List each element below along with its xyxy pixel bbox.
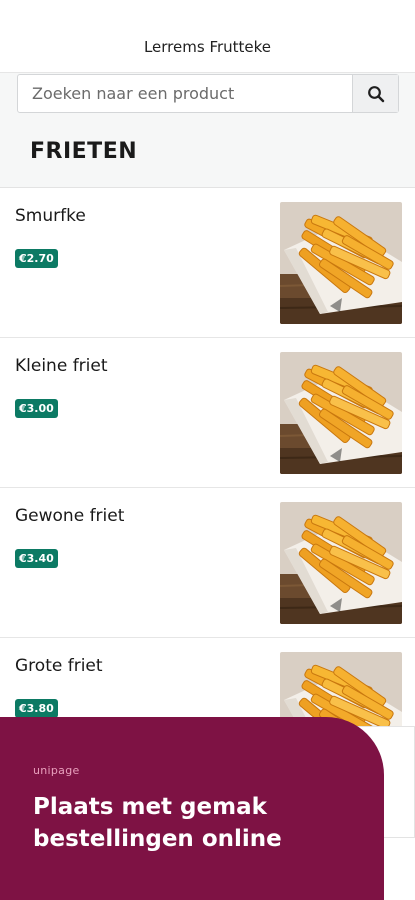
product-item-kleine-friet[interactable]: Kleine friet €3.00 (0, 338, 415, 488)
product-image (280, 352, 402, 474)
product-name: Smurfke (15, 206, 86, 226)
price-badge: €3.00 (15, 399, 58, 418)
search-icon (367, 85, 384, 102)
app-header: Lerrems Frutteke (0, 0, 415, 73)
search-input[interactable] (18, 75, 354, 112)
search-section: FRIETEN (0, 73, 415, 188)
price-badge: €2.70 (15, 249, 58, 268)
product-item-smurfke[interactable]: Smurfke €2.70 (0, 188, 415, 338)
category-title: FRIETEN (30, 139, 138, 164)
product-name: Kleine friet (15, 356, 108, 376)
store-title: Lerrems Frutteke (143, 38, 272, 56)
product-image (280, 502, 402, 624)
price-badge: €3.80 (15, 699, 58, 718)
product-image (280, 202, 402, 324)
promo-headline: Plaats met gemak bestellingen online (33, 794, 282, 852)
promo-banner[interactable]: unipage Plaats met gemak bestellingen on… (0, 717, 384, 900)
brand-logo: unipage (33, 764, 80, 777)
search-bar (17, 74, 399, 113)
price-badge: €3.40 (15, 549, 58, 568)
search-button[interactable] (352, 75, 398, 112)
product-item-gewone-friet[interactable]: Gewone friet €3.40 (0, 488, 415, 638)
product-name: Gewone friet (15, 506, 125, 526)
product-name: Grote friet (15, 656, 103, 676)
